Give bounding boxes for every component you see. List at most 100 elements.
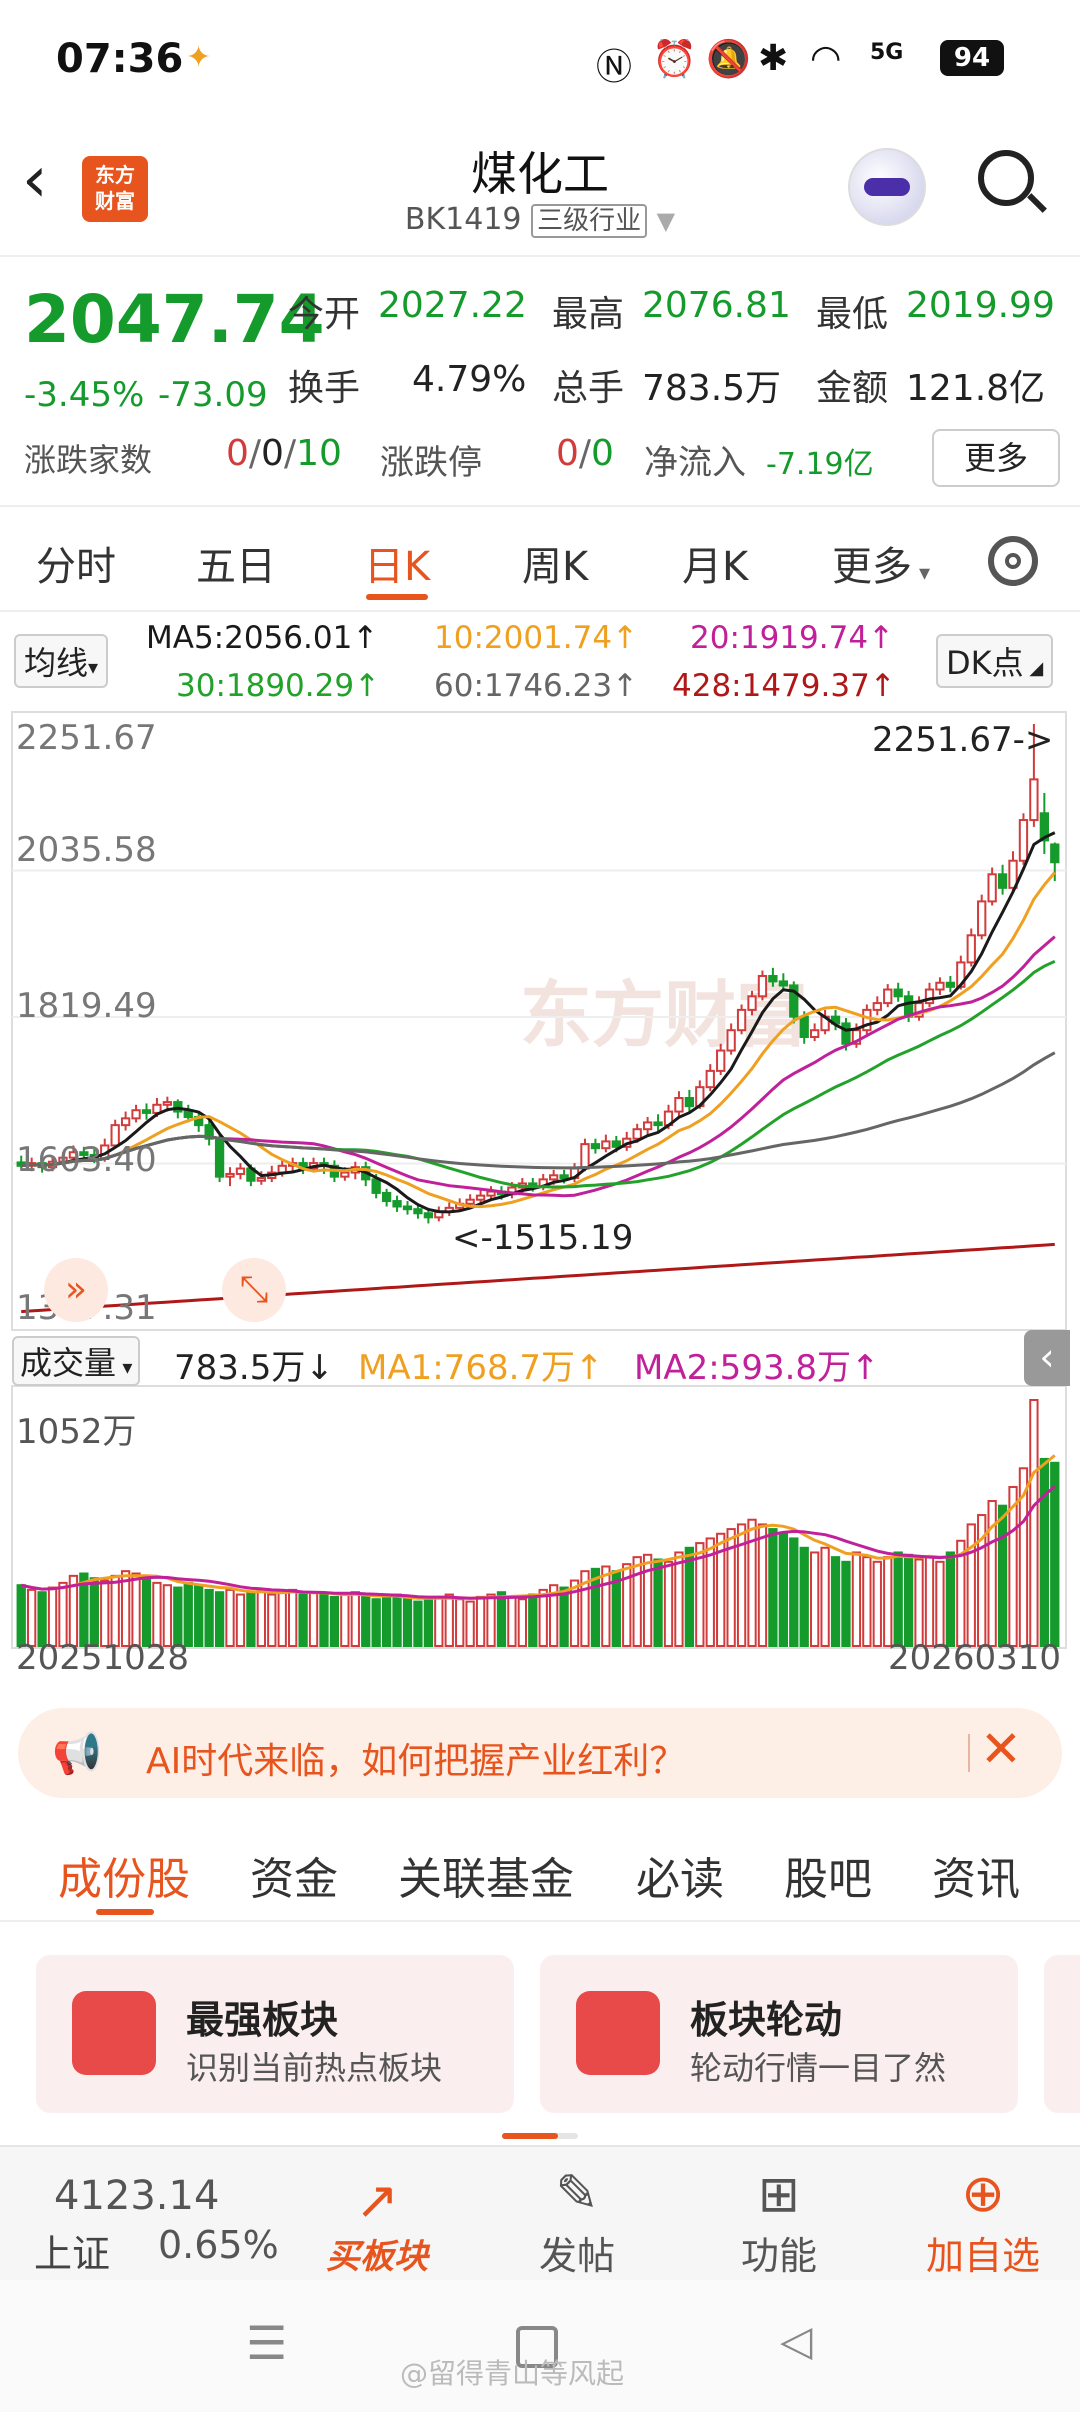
gear-icon[interactable]	[988, 536, 1038, 586]
card-strongest-sector[interactable]: 最强板块 识别当前热点板块	[36, 1955, 514, 2113]
clock: 07:36	[56, 36, 184, 82]
candle-body	[340, 1171, 350, 1178]
volume-bar	[486, 1593, 496, 1647]
buy-sector-button[interactable]: ↗ 买板块	[312, 2173, 442, 2278]
volume-bar	[246, 1591, 256, 1648]
low-label: 最低	[816, 294, 889, 335]
tab-related-funds[interactable]: 关联基金	[398, 1843, 574, 1907]
volume-bar	[267, 1593, 277, 1647]
volume-bar	[768, 1528, 778, 1647]
change-percent: -3.45%	[24, 375, 145, 415]
tab-weekly-k[interactable]: 周K	[522, 534, 588, 592]
divider	[968, 1734, 970, 1772]
kline-svg[interactable]: 东方财富	[0, 710, 1080, 1670]
volume-bar	[1029, 1399, 1039, 1647]
volume-dropdown-label: 成交量	[20, 1344, 117, 1382]
tab-monthly-k[interactable]: 月K	[682, 534, 748, 592]
collapse-panel-icon[interactable]: ‹	[1024, 1330, 1070, 1386]
change-amount: -73.09	[158, 375, 268, 415]
card-peek[interactable]	[1044, 1955, 1080, 2113]
volume-dropdown[interactable]: 成交量 ▾	[12, 1336, 141, 1386]
tab-news[interactable]: 资讯	[932, 1843, 1020, 1907]
candle-body	[423, 1212, 434, 1219]
tab-five-day[interactable]: 五日	[196, 534, 276, 592]
index-name[interactable]: 上证	[34, 2223, 110, 2278]
card-sector-rotation[interactable]: 板块轮动 轮动行情一目了然	[540, 1955, 1018, 2113]
expand-left-icon[interactable]: »	[44, 1258, 108, 1322]
candle-body	[601, 1140, 611, 1150]
volume-bar	[465, 1600, 475, 1647]
volume-bar	[528, 1593, 538, 1647]
ai-banner[interactable]: 📢 AI时代来临，如何把握产业红利？ ✕	[18, 1708, 1062, 1798]
volume-bar	[392, 1593, 402, 1647]
volume-bar	[830, 1556, 841, 1647]
functions-label: 功能	[740, 2234, 817, 2278]
volume-bar	[778, 1532, 788, 1647]
volume-bar	[935, 1560, 945, 1648]
tab-constituents[interactable]: 成份股	[58, 1843, 190, 1907]
search-icon[interactable]	[978, 150, 1034, 206]
tab-intraday[interactable]: 分时	[36, 534, 116, 592]
volume-bar	[423, 1598, 434, 1647]
volume-bar	[1039, 1457, 1049, 1647]
close-icon[interactable]: ✕	[980, 1720, 1022, 1778]
index-change[interactable]: 0.65%	[158, 2223, 279, 2267]
caret-down-icon: ▾	[88, 655, 99, 679]
dk-point-button[interactable]: DK点 ◢	[936, 634, 1054, 688]
kline-chart-area[interactable]: 东方财富 2251.67 2035.58 1819.49 1603.40 138…	[0, 710, 1080, 1678]
candle-body	[371, 1178, 381, 1194]
low-value: 2019.99	[906, 285, 1055, 326]
candle-body	[402, 1205, 413, 1211]
candle-body	[841, 1022, 851, 1045]
ma-dropdown-label: 均线	[24, 644, 89, 682]
add-circle-icon: ⊕	[961, 2164, 1005, 2224]
breadth-value: 0/0/10	[226, 433, 342, 474]
ma20-value: 20:1919.74↑	[690, 620, 895, 656]
post-button[interactable]: ✎ 发帖	[512, 2163, 642, 2280]
candle-body	[256, 1177, 266, 1182]
strongest-sector-icon	[72, 1991, 156, 2075]
index-value[interactable]: 4123.14	[54, 2173, 219, 2219]
candle-body	[684, 1097, 695, 1108]
volume-label: 总手	[552, 368, 625, 409]
functions-button[interactable]: ⊞ 功能	[714, 2163, 844, 2280]
menu-icon[interactable]: ☰	[246, 2316, 287, 2370]
volume-bar	[810, 1551, 820, 1647]
high-value: 2076.81	[642, 285, 791, 326]
add-watchlist-button[interactable]: ⊕ 加自选	[908, 2163, 1058, 2280]
tab-daily-k[interactable]: 日K	[364, 534, 430, 592]
tab-more-label: 更多	[832, 544, 912, 590]
candle-body	[883, 988, 893, 1005]
volume-bar	[851, 1551, 862, 1647]
volume-bar	[538, 1588, 548, 1648]
limit-value: 0/0	[556, 433, 614, 474]
card-subtitle: 识别当前热点板块	[186, 2049, 443, 2087]
back-nav-icon[interactable]: ◁	[780, 2316, 812, 2365]
volume-bar	[194, 1584, 204, 1648]
breadth-flat: 0	[261, 433, 284, 474]
volume-bar	[632, 1556, 642, 1647]
candle-body	[1029, 778, 1039, 822]
volume-bar	[329, 1595, 340, 1648]
fullscreen-icon[interactable]: ⤡	[222, 1258, 286, 1322]
tab-must-read[interactable]: 必读	[636, 1843, 724, 1907]
sector-code-text: BK1419	[404, 202, 522, 237]
breadth-down: 10	[296, 433, 342, 474]
tab-more[interactable]: 更多 ▾	[832, 534, 930, 592]
mute-icon: 🔕	[706, 39, 751, 80]
ai-assistant-icon[interactable]	[848, 148, 926, 226]
tab-forum[interactable]: 股吧	[784, 1843, 872, 1907]
volume-bar	[559, 1586, 569, 1647]
netflow-value: -7.19亿	[766, 447, 874, 482]
buy-sector-label: 买板块	[326, 2237, 428, 2277]
volume-bar	[507, 1595, 517, 1648]
tab-funds-flow[interactable]: 资金	[250, 1843, 338, 1907]
ma-dropdown[interactable]: 均线▾	[14, 634, 109, 688]
more-button[interactable]: 更多	[932, 429, 1060, 487]
volume-bar	[455, 1598, 465, 1647]
volume-ma1: MA1:768.7万↑	[358, 1348, 604, 1388]
candle-body	[392, 1200, 402, 1208]
volume-bar	[58, 1581, 68, 1647]
system-nav-bar: ☰ ◁ @留得青山等风起	[0, 2280, 1080, 2412]
candle-body	[120, 1117, 131, 1127]
